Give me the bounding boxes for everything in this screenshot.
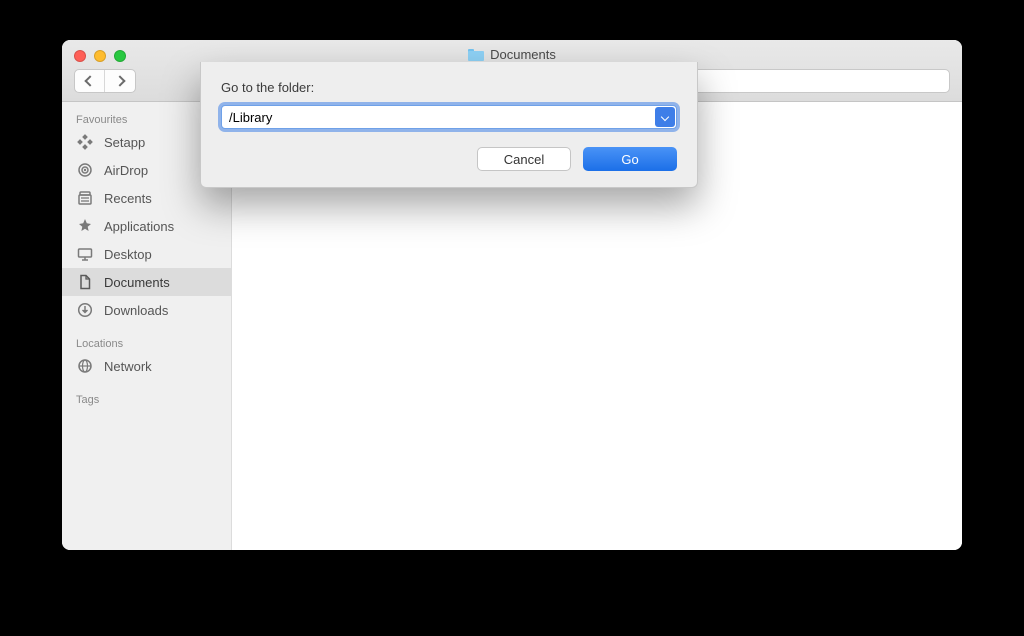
recents-icon: [76, 189, 94, 207]
sidebar-heading-tags: Tags: [62, 390, 231, 408]
chevron-down-icon: [661, 113, 669, 121]
sidebar-item-label: Setapp: [104, 135, 145, 150]
sidebar-item-applications[interactable]: Applications: [62, 212, 231, 240]
sidebar-heading-locations: Locations: [62, 334, 231, 352]
sidebar-item-label: Desktop: [104, 247, 152, 262]
sidebar-item-label: Applications: [104, 219, 174, 234]
sheet-buttons: Cancel Go: [221, 147, 677, 171]
go-to-folder-combo: [221, 105, 677, 129]
go-button[interactable]: Go: [583, 147, 677, 171]
desktop-icon: [76, 245, 94, 263]
cancel-button[interactable]: Cancel: [477, 147, 571, 171]
sidebar-item-label: Documents: [104, 275, 170, 290]
downloads-icon: [76, 301, 94, 319]
folder-icon: [468, 49, 484, 61]
go-to-folder-input[interactable]: [221, 105, 677, 129]
sidebar-item-network[interactable]: Network: [62, 352, 231, 380]
sidebar-item-documents[interactable]: Documents: [62, 268, 231, 296]
window-title: Documents: [62, 47, 962, 62]
sidebar-item-label: Downloads: [104, 303, 168, 318]
sidebar-item-label: Recents: [104, 191, 152, 206]
applications-icon: [76, 217, 94, 235]
sidebar-item-desktop[interactable]: Desktop: [62, 240, 231, 268]
sidebar-item-recents[interactable]: Recents: [62, 184, 231, 212]
go-to-folder-dropdown[interactable]: [655, 107, 675, 127]
network-icon: [76, 357, 94, 375]
nav-buttons: [74, 69, 136, 93]
chevron-left-icon: [84, 75, 95, 86]
back-button[interactable]: [75, 70, 105, 92]
forward-button[interactable]: [105, 70, 135, 92]
sidebar-item-downloads[interactable]: Downloads: [62, 296, 231, 324]
sidebar-item-label: AirDrop: [104, 163, 148, 178]
airdrop-icon: [76, 161, 94, 179]
window-title-text: Documents: [490, 47, 556, 62]
go-to-folder-sheet: Go to the folder: Cancel Go: [200, 62, 698, 188]
setapp-icon: [76, 133, 94, 151]
sidebar-item-label: Network: [104, 359, 152, 374]
documents-icon: [76, 273, 94, 291]
go-to-folder-label: Go to the folder:: [221, 80, 677, 95]
chevron-right-icon: [114, 75, 125, 86]
